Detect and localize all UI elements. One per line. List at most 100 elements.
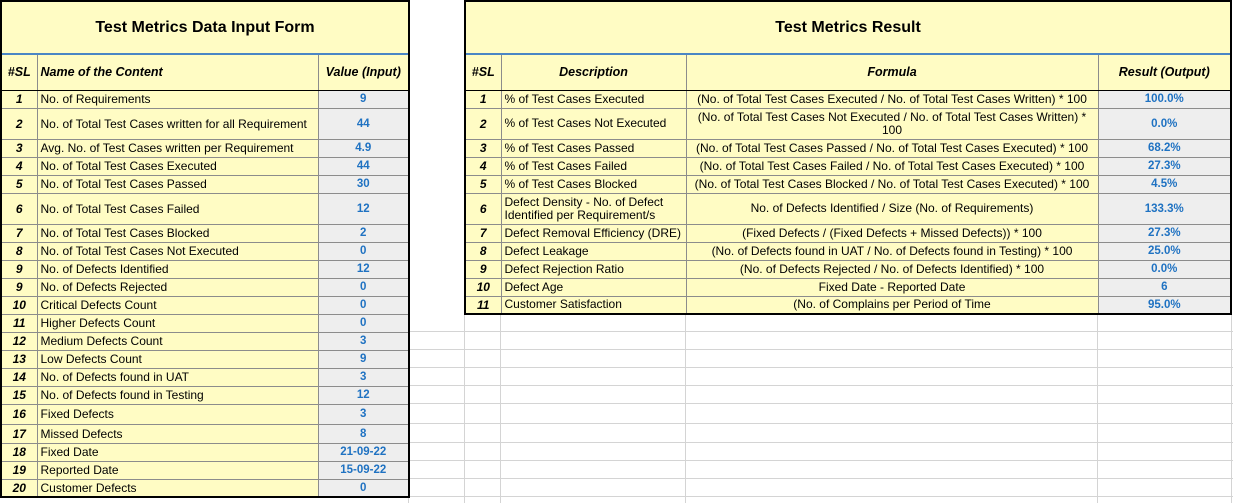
header-result[interactable]: Result (Output) <box>1097 53 1233 91</box>
row-value[interactable]: 0 <box>317 295 410 315</box>
row-name[interactable]: Fixed Date <box>36 442 319 462</box>
row-value[interactable]: 2 <box>317 223 410 243</box>
row-sl[interactable]: 9 <box>0 277 38 297</box>
row-description[interactable]: Defect Rejection Ratio <box>500 259 687 279</box>
row-sl[interactable]: 4 <box>0 156 38 176</box>
row-name[interactable]: Low Defects Count <box>36 349 319 369</box>
row-value[interactable]: 15-09-22 <box>317 460 410 480</box>
row-name[interactable]: No. of Total Test Cases Failed <box>36 192 319 225</box>
row-value[interactable]: 44 <box>317 156 410 176</box>
header-value[interactable]: Value (Input) <box>317 53 410 91</box>
row-value[interactable]: 9 <box>317 89 410 109</box>
row-value[interactable]: 8 <box>317 423 410 444</box>
row-result[interactable]: 27.3% <box>1097 156 1233 176</box>
row-name[interactable]: No. of Defects found in Testing <box>36 385 319 405</box>
row-formula[interactable]: Fixed Date - Reported Date <box>685 277 1099 297</box>
row-name[interactable]: No. of Defects found in UAT <box>36 367 319 387</box>
row-value[interactable]: 3 <box>317 367 410 387</box>
row-value[interactable]: 44 <box>317 107 410 140</box>
row-description[interactable]: % of Test Cases Not Executed <box>500 107 687 140</box>
row-name[interactable]: No. of Defects Rejected <box>36 277 319 297</box>
row-sl[interactable]: 11 <box>0 313 38 333</box>
row-sl[interactable]: 12 <box>0 331 38 351</box>
row-sl[interactable]: 9 <box>464 259 502 279</box>
row-value[interactable]: 0 <box>317 241 410 261</box>
row-sl[interactable]: 3 <box>464 138 502 158</box>
row-sl[interactable]: 1 <box>0 89 38 109</box>
row-result[interactable]: 0.0% <box>1097 259 1233 279</box>
row-value[interactable]: 30 <box>317 174 410 194</box>
row-name[interactable]: Reported Date <box>36 460 319 480</box>
row-sl[interactable]: 19 <box>0 460 38 480</box>
header-sl[interactable]: #SL <box>0 53 38 91</box>
row-sl[interactable]: 17 <box>0 423 38 444</box>
row-sl[interactable]: 10 <box>464 277 502 297</box>
row-description[interactable]: Defect Density - No. of Defect Identifie… <box>500 192 687 225</box>
row-description[interactable]: Defect Age <box>500 277 687 297</box>
row-sl[interactable]: 1 <box>464 89 502 109</box>
row-value[interactable]: 12 <box>317 385 410 405</box>
header-formula[interactable]: Formula <box>685 53 1099 91</box>
row-value[interactable]: 3 <box>317 331 410 351</box>
row-description[interactable]: Defect Removal Efficiency (DRE) <box>500 223 687 243</box>
row-description[interactable]: Customer Satisfaction <box>500 295 687 315</box>
row-name[interactable]: No. of Total Test Cases Executed <box>36 156 319 176</box>
row-name[interactable]: Critical Defects Count <box>36 295 319 315</box>
row-formula[interactable]: (No. of Total Test Cases Executed / No. … <box>685 89 1099 109</box>
row-name[interactable]: Medium Defects Count <box>36 331 319 351</box>
row-formula[interactable]: (No. of Total Test Cases Blocked / No. o… <box>685 174 1099 194</box>
row-value[interactable]: 0 <box>317 478 410 498</box>
header-sl[interactable]: #SL <box>464 53 502 91</box>
row-description[interactable]: Defect Leakage <box>500 241 687 261</box>
row-sl[interactable]: 2 <box>0 107 38 140</box>
row-value[interactable]: 9 <box>317 349 410 369</box>
row-value[interactable]: 4.9 <box>317 138 410 158</box>
row-value[interactable]: 21-09-22 <box>317 442 410 462</box>
row-sl[interactable]: 14 <box>0 367 38 387</box>
row-result[interactable]: 133.3% <box>1097 192 1233 225</box>
row-description[interactable]: % of Test Cases Blocked <box>500 174 687 194</box>
row-value[interactable]: 0 <box>317 313 410 333</box>
row-result[interactable]: 0.0% <box>1097 107 1233 140</box>
row-sl[interactable]: 20 <box>0 478 38 498</box>
row-sl[interactable]: 8 <box>464 241 502 261</box>
row-result[interactable]: 4.5% <box>1097 174 1233 194</box>
row-sl[interactable]: 5 <box>464 174 502 194</box>
row-value[interactable]: 12 <box>317 259 410 279</box>
row-result[interactable]: 68.2% <box>1097 138 1233 158</box>
row-result[interactable]: 6 <box>1097 277 1233 297</box>
row-sl[interactable]: 7 <box>0 223 38 243</box>
row-value[interactable]: 0 <box>317 277 410 297</box>
row-formula[interactable]: (Fixed Defects / (Fixed Defects + Missed… <box>685 223 1099 243</box>
row-sl[interactable]: 15 <box>0 385 38 405</box>
header-name[interactable]: Name of the Content <box>36 53 319 91</box>
row-sl[interactable]: 10 <box>0 295 38 315</box>
row-name[interactable]: No. of Total Test Cases Passed <box>36 174 319 194</box>
row-name[interactable]: Avg. No. of Test Cases written per Requi… <box>36 138 319 158</box>
row-name[interactable]: No. of Total Test Cases Not Executed <box>36 241 319 261</box>
row-formula[interactable]: (No. of Defects found in UAT / No. of De… <box>685 241 1099 261</box>
row-sl[interactable]: 16 <box>0 403 38 425</box>
row-result[interactable]: 100.0% <box>1097 89 1233 109</box>
row-value[interactable]: 3 <box>317 403 410 425</box>
row-sl[interactable]: 7 <box>464 223 502 243</box>
row-sl[interactable]: 18 <box>0 442 38 462</box>
row-sl[interactable]: 4 <box>464 156 502 176</box>
row-result[interactable]: 95.0% <box>1097 295 1233 315</box>
row-value[interactable]: 12 <box>317 192 410 225</box>
row-description[interactable]: % of Test Cases Passed <box>500 138 687 158</box>
row-name[interactable]: No. of Defects Identified <box>36 259 319 279</box>
row-sl[interactable]: 6 <box>464 192 502 225</box>
row-formula[interactable]: (No. of Total Test Cases Not Executed / … <box>685 107 1099 140</box>
row-description[interactable]: % of Test Cases Executed <box>500 89 687 109</box>
row-formula[interactable]: (No. of Complains per Period of Time <box>685 295 1099 315</box>
header-description[interactable]: Description <box>500 53 687 91</box>
row-result[interactable]: 27.3% <box>1097 223 1233 243</box>
row-formula[interactable]: (No. of Total Test Cases Passed / No. of… <box>685 138 1099 158</box>
row-sl[interactable]: 8 <box>0 241 38 261</box>
row-name[interactable]: Higher Defects Count <box>36 313 319 333</box>
row-name[interactable]: Fixed Defects <box>36 403 319 425</box>
row-result[interactable]: 25.0% <box>1097 241 1233 261</box>
row-name[interactable]: No. of Total Test Cases Blocked <box>36 223 319 243</box>
row-sl[interactable]: 3 <box>0 138 38 158</box>
